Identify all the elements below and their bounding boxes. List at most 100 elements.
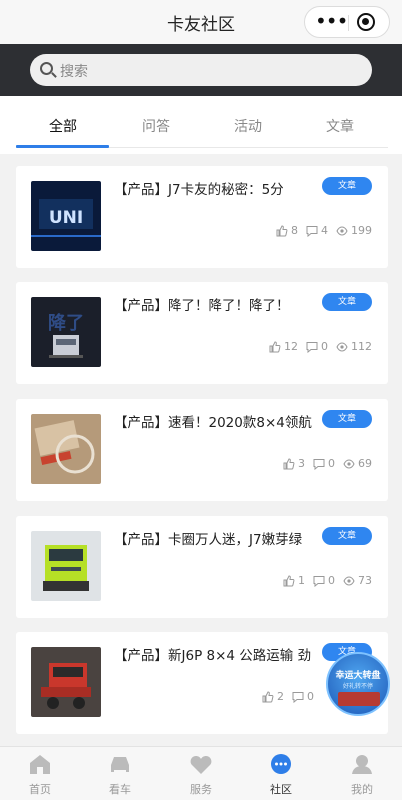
search-input[interactable]: 搜索 xyxy=(30,54,372,86)
comment-stat[interactable]: 0 xyxy=(292,690,314,703)
search-placeholder: 搜索 xyxy=(60,64,88,80)
comment-stat[interactable]: 4 xyxy=(306,224,328,237)
nav-service-label: 服务 xyxy=(190,783,212,796)
like-stat[interactable]: 8 xyxy=(276,224,298,237)
view-count: 112 xyxy=(351,340,372,353)
comment-icon xyxy=(313,575,325,587)
comment-stat[interactable]: 0 xyxy=(313,457,335,470)
nav-community[interactable]: 社区 xyxy=(241,753,321,797)
lucky-wheel-title: 幸运大转盘 xyxy=(335,671,381,681)
svg-text:降了: 降了 xyxy=(48,312,84,334)
capsule-divider xyxy=(348,15,349,31)
post-stats: 8 4 199 xyxy=(276,224,372,237)
like-count: 2 xyxy=(277,690,284,703)
nav-mine-label: 我的 xyxy=(351,783,373,796)
nav-service[interactable]: 服务 xyxy=(161,753,241,797)
article-badge: 文章 xyxy=(322,527,372,545)
lucky-wheel-subtitle: 好礼转不停 xyxy=(342,683,373,690)
eye-icon xyxy=(343,575,355,586)
nav-home[interactable]: 首页 xyxy=(0,753,80,797)
thumb-up-icon xyxy=(283,574,295,586)
article-badge: 文章 xyxy=(322,177,372,195)
red-truck-image xyxy=(31,647,101,717)
article-badge: 文章 xyxy=(322,410,372,428)
capsule-menu: ••• xyxy=(304,6,390,38)
post-title: 【产品】J7卡友的秘密：5分 xyxy=(114,182,284,198)
view-count: 73 xyxy=(358,574,372,587)
like-stat[interactable]: 12 xyxy=(269,340,298,353)
like-stat[interactable]: 2 xyxy=(262,690,284,703)
post-stats: 1 0 73 xyxy=(283,574,372,587)
uni-banner-image: UNI xyxy=(31,181,101,251)
view-stat: 69 xyxy=(343,457,372,470)
post-stats: 2 0 xyxy=(262,690,314,703)
tab-active-indicator xyxy=(16,145,109,148)
tab-bar: 全部 问答 活动 文章 xyxy=(0,96,402,154)
view-stat: 199 xyxy=(336,224,372,237)
like-stat[interactable]: 3 xyxy=(283,457,305,470)
truck-icon xyxy=(338,692,380,706)
thumb-up-icon xyxy=(276,224,288,236)
search-bar: 搜索 xyxy=(0,44,402,96)
tab-all[interactable]: 全部 xyxy=(16,116,110,136)
view-stat: 73 xyxy=(343,574,372,587)
green-truck-image xyxy=(31,531,101,601)
comment-count: 0 xyxy=(328,457,335,470)
eye-icon xyxy=(336,225,348,236)
like-stat[interactable]: 1 xyxy=(283,574,305,587)
post-card[interactable]: 【产品】速看！2020款8×4领航 文章 3 0 69 xyxy=(16,399,388,501)
nav-cars[interactable]: 看车 xyxy=(80,753,160,797)
truck-dark-image: 降了 xyxy=(31,297,101,367)
post-card[interactable]: 【产品】卡圈万人迷，J7嫩芽绿 文章 1 0 73 xyxy=(16,516,388,618)
like-count: 8 xyxy=(291,224,298,237)
comment-icon xyxy=(313,458,325,470)
more-icon[interactable]: ••• xyxy=(315,7,348,37)
svg-text:UNI: UNI xyxy=(49,208,83,228)
comment-stat[interactable]: 0 xyxy=(313,574,335,587)
post-card[interactable]: 降了 【产品】降了！降了！降了！ 文章 12 0 112 xyxy=(16,282,388,384)
view-stat: 112 xyxy=(336,340,372,353)
comment-icon xyxy=(306,341,318,353)
eye-icon xyxy=(343,458,355,469)
nav-home-label: 首页 xyxy=(29,783,51,796)
post-title: 【产品】新J6P 8×4 公路运输 劲 xyxy=(114,648,312,664)
like-count: 12 xyxy=(284,340,298,353)
comment-icon xyxy=(292,691,304,703)
tab-article[interactable]: 文章 xyxy=(293,116,387,136)
comment-stat[interactable]: 0 xyxy=(306,340,328,353)
thumb-up-icon xyxy=(262,690,274,702)
heart-icon xyxy=(190,756,212,774)
post-title: 【产品】卡圈万人迷，J7嫩芽绿 xyxy=(114,532,303,548)
comment-count: 0 xyxy=(321,340,328,353)
post-title: 【产品】降了！降了！降了！ xyxy=(114,298,290,314)
nav-cars-label: 看车 xyxy=(109,783,131,796)
tab-qa[interactable]: 问答 xyxy=(109,116,203,136)
view-count: 69 xyxy=(358,457,372,470)
thumb-up-icon xyxy=(283,457,295,469)
thumb-up-icon xyxy=(269,340,281,352)
comment-count: 4 xyxy=(321,224,328,237)
comment-count: 0 xyxy=(307,690,314,703)
article-badge: 文章 xyxy=(322,293,372,311)
post-stats: 12 0 112 xyxy=(269,340,372,353)
post-card[interactable]: UNI 【产品】J7卡友的秘密：5分 文章 8 4 199 xyxy=(16,166,388,268)
post-title: 【产品】速看！2020款8×4领航 xyxy=(114,415,312,431)
post-stats: 3 0 69 xyxy=(283,457,372,470)
nav-community-label: 社区 xyxy=(270,783,292,796)
chat-icon xyxy=(271,754,291,774)
comment-icon xyxy=(306,225,318,237)
bottom-nav: 首页 看车 服务 社区 我的 xyxy=(0,746,402,800)
lucky-wheel-button[interactable]: 幸运大转盘 好礼转不停 xyxy=(326,652,390,716)
eye-icon xyxy=(336,341,348,352)
close-miniapp-icon[interactable] xyxy=(357,13,375,31)
magnifier-document-image xyxy=(31,414,101,484)
nav-mine[interactable]: 我的 xyxy=(322,753,402,797)
like-count: 1 xyxy=(298,574,305,587)
title-bar: 卡友社区 ••• xyxy=(0,0,402,44)
view-count: 199 xyxy=(351,224,372,237)
tab-activity[interactable]: 活动 xyxy=(201,116,295,136)
home-icon xyxy=(30,755,50,774)
car-icon xyxy=(111,757,129,772)
comment-count: 0 xyxy=(328,574,335,587)
search-icon xyxy=(40,62,53,75)
